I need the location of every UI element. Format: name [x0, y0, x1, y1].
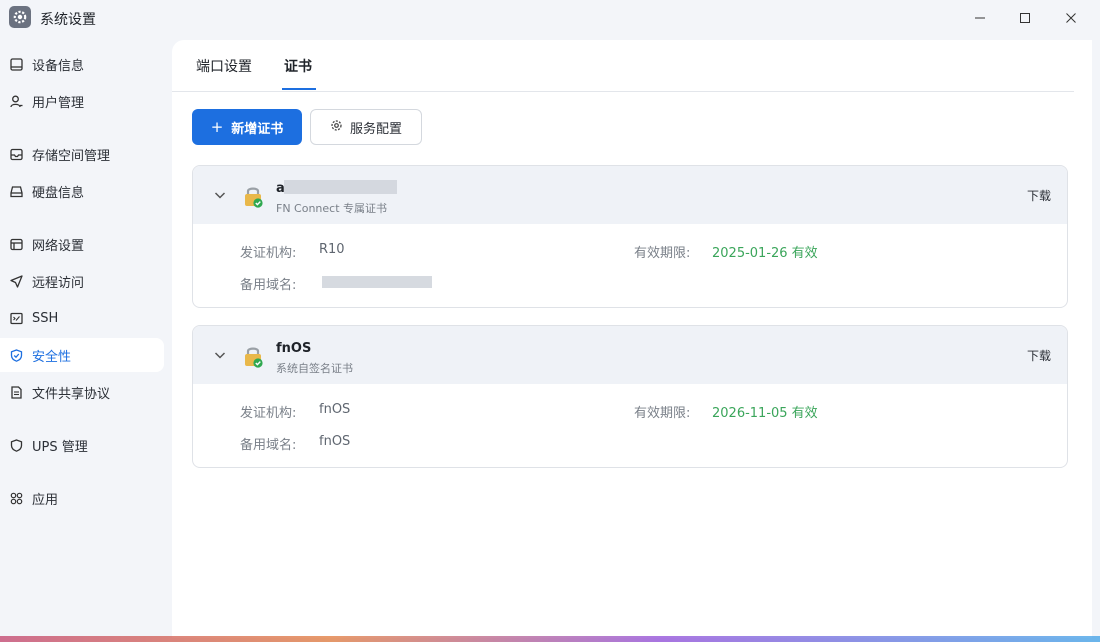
sidebar-item-label: 文件共享协议 — [32, 386, 111, 402]
tab-port-settings[interactable]: 端口设置 — [196, 56, 252, 92]
service-config-label: 服务配置 — [349, 121, 402, 137]
desktop-wallpaper-strip — [0, 636, 1100, 642]
sidebar-item-label: 安全性 — [32, 349, 72, 365]
user-icon — [9, 94, 23, 108]
send-icon — [9, 274, 23, 288]
san-label: 备用域名: — [240, 438, 297, 453]
sidebar-item-device-info[interactable]: 设备信息 — [0, 47, 164, 81]
plus-icon: + — [210, 118, 224, 136]
sidebar-item-ssh[interactable]: SSH — [0, 301, 164, 335]
sidebar-item-remote-access[interactable]: 远程访问 — [0, 264, 164, 298]
issuer-label: 发证机构: — [240, 406, 297, 421]
sidebar-item-label: 应用 — [32, 492, 59, 508]
sidebar-item-label: 用户管理 — [32, 95, 85, 111]
storage-icon — [9, 147, 23, 161]
certificate-subtitle: FN Connect 专属证书 — [276, 202, 388, 215]
validity-label: 有效期限: — [634, 246, 691, 261]
download-button[interactable]: 下载 — [1027, 347, 1051, 364]
validity-label: 有效期限: — [634, 406, 691, 421]
certificate-name: fnOS — [276, 341, 312, 356]
san-value: fnOS — [319, 434, 351, 449]
certificate-card: fnOS 系统自签名证书 下载 发证机构: fnOS 有效期限: 2026-11… — [192, 325, 1068, 468]
close-button[interactable] — [1048, 4, 1094, 32]
main-panel: 端口设置 证书 + 新增证书 服务配置 a FN Connect 专属证书 下载… — [172, 40, 1092, 638]
sidebar-item-label: 设备信息 — [32, 58, 85, 74]
certificate-subtitle: 系统自签名证书 — [276, 362, 353, 375]
file-icon — [9, 385, 23, 399]
redacted-block — [322, 276, 432, 288]
minimize-icon — [975, 17, 985, 19]
sidebar-item-label: UPS 管理 — [32, 439, 88, 455]
network-icon — [9, 237, 23, 251]
tab-certificates[interactable]: 证书 — [284, 56, 312, 92]
active-tab-indicator — [282, 88, 316, 90]
maximize-icon — [1020, 13, 1030, 23]
shield-icon — [9, 438, 23, 452]
certificate-card: a FN Connect 专属证书 下载 发证机构: R10 有效期限: 202… — [192, 165, 1068, 308]
close-icon — [1066, 13, 1076, 23]
chevron-down-icon[interactable] — [213, 348, 227, 362]
gear-icon — [330, 119, 343, 136]
sidebar-item-file-sharing[interactable]: 文件共享协议 — [0, 375, 164, 409]
device-icon — [9, 57, 23, 71]
sidebar-item-apps[interactable]: 应用 — [0, 481, 164, 515]
sidebar-item-ups[interactable]: UPS 管理 — [0, 428, 164, 462]
sidebar-item-storage[interactable]: 存储空间管理 — [0, 137, 164, 171]
sidebar-item-label: 存储空间管理 — [32, 148, 111, 164]
minimize-button[interactable] — [957, 4, 1003, 32]
apps-icon — [9, 491, 23, 505]
add-certificate-label: 新增证书 — [231, 121, 284, 137]
sidebar-item-security[interactable]: 安全性 — [0, 338, 164, 372]
window-title: 系统设置 — [40, 12, 96, 28]
san-label: 备用域名: — [240, 278, 297, 293]
validity-value: 2026-11-05 有效 — [712, 406, 818, 421]
issuer-label: 发证机构: — [240, 246, 297, 261]
lock-verified-icon — [245, 187, 263, 208]
add-certificate-button[interactable]: + 新增证书 — [192, 109, 302, 145]
shield-check-icon — [9, 348, 23, 362]
issuer-value: fnOS — [319, 402, 351, 417]
certificate-card-header[interactable]: fnOS 系统自签名证书 下载 — [193, 326, 1067, 384]
redacted-block — [284, 180, 397, 194]
lock-verified-icon — [245, 347, 263, 368]
sidebar-item-label: SSH — [32, 310, 59, 326]
issuer-value: R10 — [319, 242, 345, 257]
sidebar-item-label: 硬盘信息 — [32, 185, 85, 201]
sidebar-item-network[interactable]: 网络设置 — [0, 227, 164, 261]
sidebar-item-label: 网络设置 — [32, 238, 85, 254]
sidebar: 设备信息 用户管理 存储空间管理 硬盘信息 网络设置 远程访问 SSH 安全性 … — [0, 36, 172, 642]
service-config-button[interactable]: 服务配置 — [310, 109, 422, 145]
maximize-button[interactable] — [1002, 4, 1048, 32]
sidebar-item-label: 远程访问 — [32, 275, 85, 291]
disk-icon — [9, 184, 23, 198]
download-button[interactable]: 下载 — [1027, 187, 1051, 204]
chevron-down-icon[interactable] — [213, 188, 227, 202]
window-edge — [1092, 36, 1100, 642]
sidebar-item-user-management[interactable]: 用户管理 — [0, 84, 164, 118]
tab-bar: 端口设置 证书 — [172, 40, 1074, 92]
terminal-icon — [9, 311, 23, 325]
title-bar: 系统设置 — [0, 0, 1100, 36]
certificate-card-header[interactable]: a FN Connect 专属证书 下载 — [193, 166, 1067, 224]
sidebar-item-disk-info[interactable]: 硬盘信息 — [0, 174, 164, 208]
validity-value: 2025-01-26 有效 — [712, 246, 818, 261]
settings-gear-icon — [9, 6, 31, 28]
